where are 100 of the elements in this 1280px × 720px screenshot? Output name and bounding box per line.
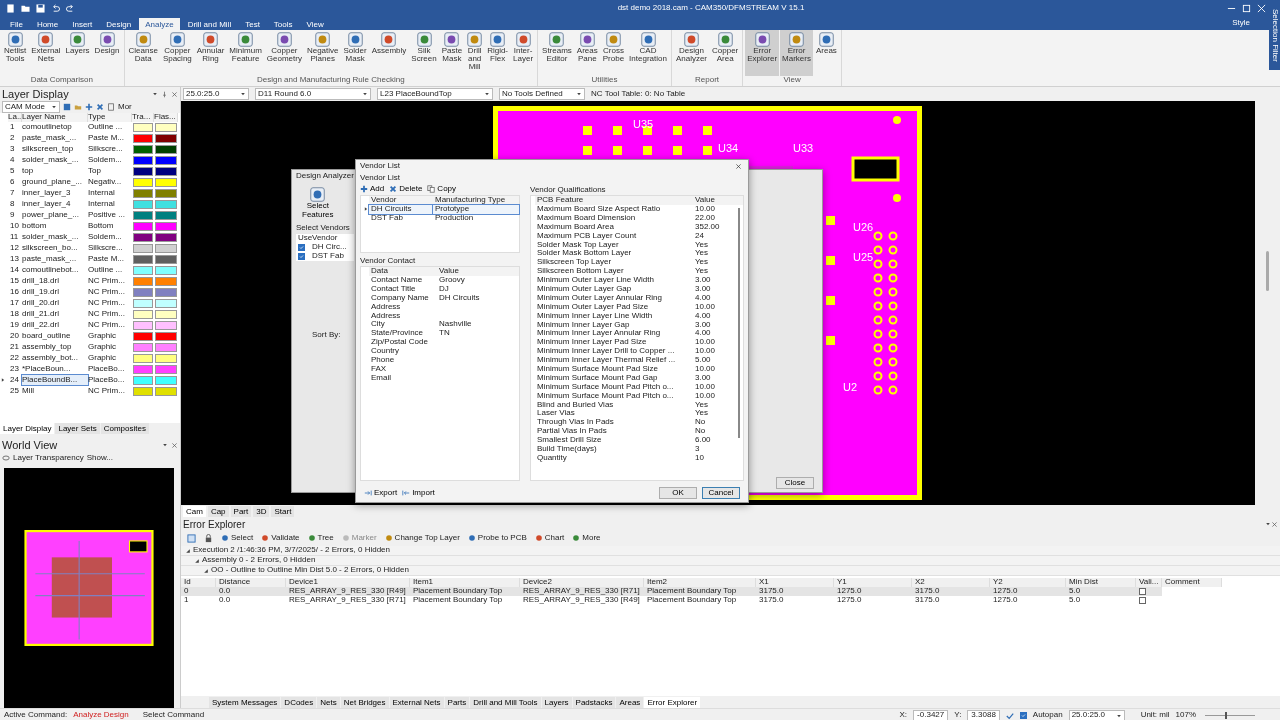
layer-color-swatch[interactable]: [133, 244, 153, 254]
toolbar-action[interactable]: Add: [360, 184, 385, 194]
layer-name[interactable]: drill_20.drl: [22, 298, 88, 308]
canvas-tab[interactable]: Part: [230, 505, 252, 517]
use-checkbox[interactable]: [298, 243, 305, 251]
ribbon-button[interactable]: Copper Area: [710, 30, 741, 76]
flash-color-swatch[interactable]: [155, 222, 177, 232]
column-header[interactable]: Id: [181, 578, 216, 587]
grid-dropdown[interactable]: 25.0:25.0: [1068, 709, 1125, 720]
layer-name[interactable]: inner_layer_4: [22, 199, 88, 209]
grid-dropdown[interactable]: 25.0:25.0: [183, 88, 249, 100]
layer-name[interactable]: PlaceBoundB...: [22, 375, 88, 385]
value-cell[interactable]: 352.00: [693, 222, 743, 232]
bottom-tab[interactable]: Areas: [616, 696, 644, 708]
layer-name[interactable]: ground_plane_...: [22, 177, 88, 187]
layer-color-swatch[interactable]: [133, 123, 153, 133]
value-cell[interactable]: Yes: [693, 400, 743, 410]
overflow-button[interactable]: Mor: [118, 102, 132, 112]
value-cell[interactable]: 4.00: [693, 329, 743, 339]
layer-color-swatch[interactable]: [133, 354, 153, 364]
column-header[interactable]: Tra...: [132, 113, 154, 123]
layer-name[interactable]: *PlaceBoun...: [22, 364, 88, 374]
value-cell[interactable]: 4.00: [693, 311, 743, 321]
value-cell[interactable]: 10: [693, 453, 743, 463]
flash-color-swatch[interactable]: [155, 376, 177, 386]
flash-color-swatch[interactable]: [155, 134, 177, 144]
bottom-tab[interactable]: DCodes: [281, 696, 317, 708]
menu-tab[interactable]: Analyze: [139, 18, 180, 30]
tools-dropdown[interactable]: No Tools Defined: [499, 88, 585, 100]
ribbon-button[interactable]: Negative Planes: [304, 30, 341, 76]
flash-color-swatch[interactable]: [155, 145, 177, 155]
contact-value[interactable]: DH Circuits: [437, 293, 519, 303]
layer-color-swatch[interactable]: [133, 299, 153, 309]
pcb-canvas[interactable]: [181, 101, 1255, 505]
column-header[interactable]: Item2: [644, 578, 756, 587]
cancel-button[interactable]: Cancel: [702, 487, 740, 499]
layer-name[interactable]: comoutlinebot...: [22, 265, 88, 275]
ribbon-button[interactable]: Silk Screen: [409, 30, 439, 76]
layer-color-swatch[interactable]: [133, 365, 153, 375]
ribbon-button[interactable]: Areas Pane: [574, 30, 600, 76]
bottom-tab[interactable]: System Messages: [209, 696, 281, 708]
bottom-tab[interactable]: Nets: [317, 696, 340, 708]
ribbon-button[interactable]: CAD Integration: [627, 30, 669, 76]
layer-name[interactable]: paste_mask_...: [22, 133, 88, 143]
select-features-button[interactable]: Select Features: [302, 187, 334, 220]
menu-tab[interactable]: Insert: [66, 18, 99, 30]
value-cell[interactable]: Yes: [693, 240, 743, 250]
ribbon-button[interactable]: Inter-Layer: [511, 30, 536, 76]
layer-name[interactable]: board_outline: [22, 331, 88, 341]
layer-name[interactable]: paste_mask_...: [22, 254, 88, 264]
value-cell[interactable]: No: [693, 418, 743, 428]
menu-tab[interactable]: Design: [100, 18, 138, 30]
close-button[interactable]: [733, 163, 744, 170]
style-menu[interactable]: Style: [1232, 19, 1250, 28]
value-cell[interactable]: 10.00: [693, 302, 743, 312]
flash-color-swatch[interactable]: [155, 200, 177, 210]
contact-value[interactable]: Nashville: [437, 320, 519, 330]
bottom-tab[interactable]: Net Bridges: [340, 696, 389, 708]
value-cell[interactable]: 24: [693, 231, 743, 241]
layer-color-swatch[interactable]: [133, 200, 153, 210]
layer-color-swatch[interactable]: [133, 310, 153, 320]
ribbon-button[interactable]: Copper Spacing: [160, 30, 194, 76]
layer-name[interactable]: assembly_bot...: [22, 353, 88, 363]
bottom-tab[interactable]: Drill and Mill Tools: [470, 696, 541, 708]
canvas-tab[interactable]: Cam: [183, 505, 206, 517]
bottom-tab[interactable]: Parts: [444, 696, 470, 708]
validated-checkbox[interactable]: [1139, 597, 1146, 604]
show-button[interactable]: Show...: [86, 453, 113, 463]
value-cell[interactable]: 3: [693, 444, 743, 454]
ribbon-button[interactable]: External Nets: [29, 30, 63, 76]
column-header[interactable]: Item1: [410, 578, 520, 587]
mode-dropdown[interactable]: CAM Mode: [2, 101, 60, 113]
panel-tab[interactable]: Layer Display: [0, 423, 55, 434]
column-header[interactable]: Layer Name: [22, 113, 88, 123]
column-header[interactable]: X2: [912, 578, 990, 587]
layer-color-swatch[interactable]: [133, 167, 153, 177]
autopan-checkbox[interactable]: [1019, 712, 1027, 719]
validated-checkbox[interactable]: [1139, 588, 1146, 595]
menu-tab[interactable]: Drill and Mill: [181, 18, 238, 30]
value-cell[interactable]: 22.00: [693, 213, 743, 223]
layer-color-swatch[interactable]: [133, 332, 153, 342]
flash-color-swatch[interactable]: [155, 321, 177, 331]
flash-color-swatch[interactable]: [155, 365, 177, 375]
toolbar-button[interactable]: Change Top Layer: [384, 534, 460, 543]
toolbar-button[interactable]: Select: [221, 534, 254, 543]
menu-tab[interactable]: View: [300, 18, 330, 30]
toolbar-button[interactable]: Chart: [534, 534, 565, 543]
value-cell[interactable]: Yes: [693, 249, 743, 259]
flash-color-swatch[interactable]: [155, 387, 177, 397]
menu-tab[interactable]: Test: [239, 18, 266, 30]
layer-color-swatch[interactable]: [133, 266, 153, 276]
layer-name[interactable]: inner_layer_3: [22, 188, 88, 198]
layer-color-swatch[interactable]: [133, 255, 153, 265]
value-cell[interactable]: 3.00: [693, 276, 743, 285]
column-header[interactable]: Device2: [520, 578, 644, 587]
ribbon-button[interactable]: Design: [92, 30, 122, 76]
layer-color-swatch[interactable]: [133, 321, 153, 331]
layer-name[interactable]: bottom: [22, 221, 88, 231]
ribbon-button[interactable]: Minimum Feature: [227, 30, 264, 76]
ok-button[interactable]: OK: [659, 487, 697, 499]
